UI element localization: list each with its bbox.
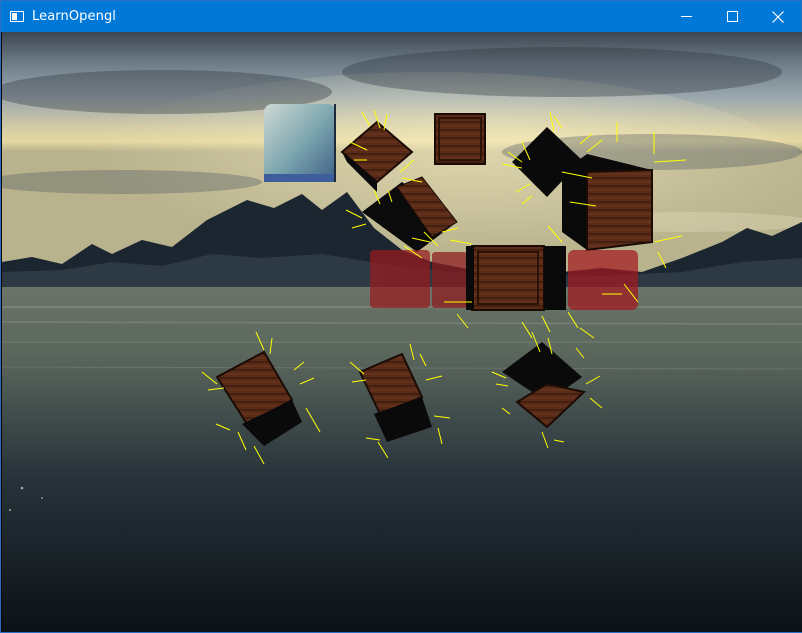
minimize-button[interactable] (663, 1, 709, 32)
minimize-icon (680, 16, 692, 17)
maximize-button[interactable] (709, 1, 755, 32)
window-controls (663, 1, 801, 32)
close-button[interactable] (755, 1, 801, 32)
reflective-cube (264, 104, 336, 182)
opengl-viewport[interactable] (2, 32, 802, 632)
title-bar[interactable]: LearnOpengl (1, 1, 801, 32)
window-title: LearnOpengl (32, 9, 117, 24)
app-window: LearnOpengl (0, 0, 802, 633)
lake-water (2, 287, 802, 632)
crate-cube-5 (466, 245, 566, 311)
window-app-icon (10, 11, 24, 22)
render-scene (2, 32, 802, 632)
maximize-icon (726, 11, 738, 22)
crate-cube-2 (434, 113, 486, 165)
close-icon (772, 10, 784, 23)
